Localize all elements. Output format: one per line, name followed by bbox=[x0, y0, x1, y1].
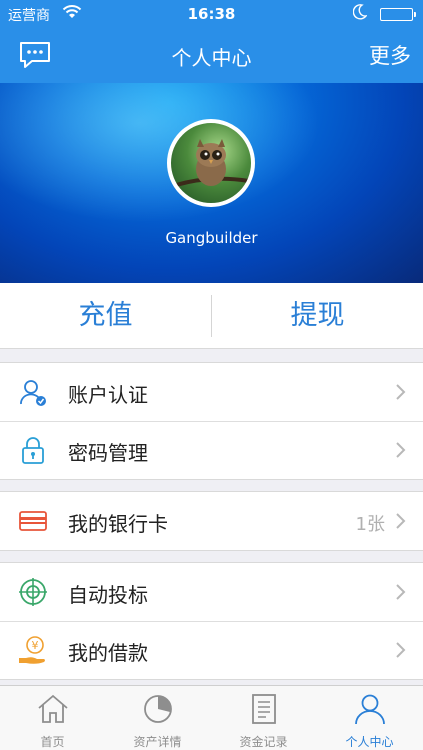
menu-label: 我的银行卡 bbox=[68, 512, 168, 536]
document-icon bbox=[247, 693, 281, 725]
status-bar: 运营商 16:38 bbox=[0, 0, 423, 28]
avatar[interactable] bbox=[167, 119, 255, 207]
chevron-right-icon bbox=[395, 442, 407, 458]
invest-group: 自动投标 ¥ 我的借款 bbox=[0, 562, 423, 680]
wallet-actions: 充值 提现 bbox=[0, 283, 423, 349]
tab-assets[interactable]: 资产详情 bbox=[105, 686, 210, 750]
tab-home[interactable]: 首页 bbox=[0, 686, 105, 750]
tab-label: 资金记录 bbox=[239, 735, 288, 749]
withdraw-button[interactable]: 提现 bbox=[212, 283, 423, 349]
menu-row-auto-invest[interactable]: 自动投标 bbox=[0, 563, 423, 621]
battery-icon bbox=[380, 8, 416, 21]
menu-label: 密码管理 bbox=[68, 441, 148, 465]
bank-card-count: 1张 bbox=[355, 514, 385, 535]
nav-bar: 个人中心 更多 bbox=[0, 28, 423, 83]
tab-profile[interactable]: 个人中心 bbox=[317, 686, 422, 750]
menu-row-account-verify[interactable]: 账户认证 bbox=[0, 363, 423, 421]
menu-label: 账户认证 bbox=[68, 383, 148, 407]
yen-hand-icon: ¥ bbox=[18, 635, 48, 665]
hero-glow bbox=[0, 83, 320, 223]
person-icon bbox=[353, 693, 387, 725]
chevron-right-icon bbox=[395, 642, 407, 658]
menu-row-bank-card[interactable]: 我的银行卡 1张 bbox=[0, 492, 423, 550]
tab-label: 首页 bbox=[40, 735, 65, 749]
username: Gangbuilder bbox=[165, 229, 258, 247]
tab-label: 个人中心 bbox=[345, 735, 394, 749]
pie-chart-icon bbox=[141, 693, 175, 725]
menu-row-password[interactable]: 密码管理 bbox=[0, 421, 423, 479]
chevron-right-icon bbox=[395, 513, 407, 529]
security-group: 账户认证 密码管理 bbox=[0, 362, 423, 480]
target-icon bbox=[18, 577, 48, 607]
menu-label: 我的借款 bbox=[68, 641, 148, 665]
page-title: 个人中心 bbox=[171, 46, 252, 70]
bank-group: 我的银行卡 1张 bbox=[0, 491, 423, 551]
tab-records[interactable]: 资金记录 bbox=[211, 686, 316, 750]
recharge-button[interactable]: 充值 bbox=[0, 283, 211, 349]
menu-label: 自动投标 bbox=[68, 583, 148, 607]
moon-icon bbox=[352, 4, 368, 24]
lock-icon bbox=[18, 435, 48, 465]
user-check-icon bbox=[18, 377, 48, 407]
tab-bar: 首页 资产详情 资金记录 个人中心 bbox=[0, 685, 423, 750]
owl-avatar-icon bbox=[175, 139, 250, 187]
more-button[interactable]: 更多 bbox=[369, 40, 411, 70]
bank-card-icon bbox=[18, 506, 48, 536]
chevron-right-icon bbox=[395, 584, 407, 600]
menu-row-loans[interactable]: ¥ 我的借款 bbox=[0, 621, 423, 679]
profile-header: Gangbuilder bbox=[0, 83, 423, 283]
home-icon bbox=[36, 693, 70, 725]
tab-label: 资产详情 bbox=[133, 735, 182, 749]
svg-text:¥: ¥ bbox=[32, 639, 39, 652]
chevron-right-icon bbox=[395, 384, 407, 400]
